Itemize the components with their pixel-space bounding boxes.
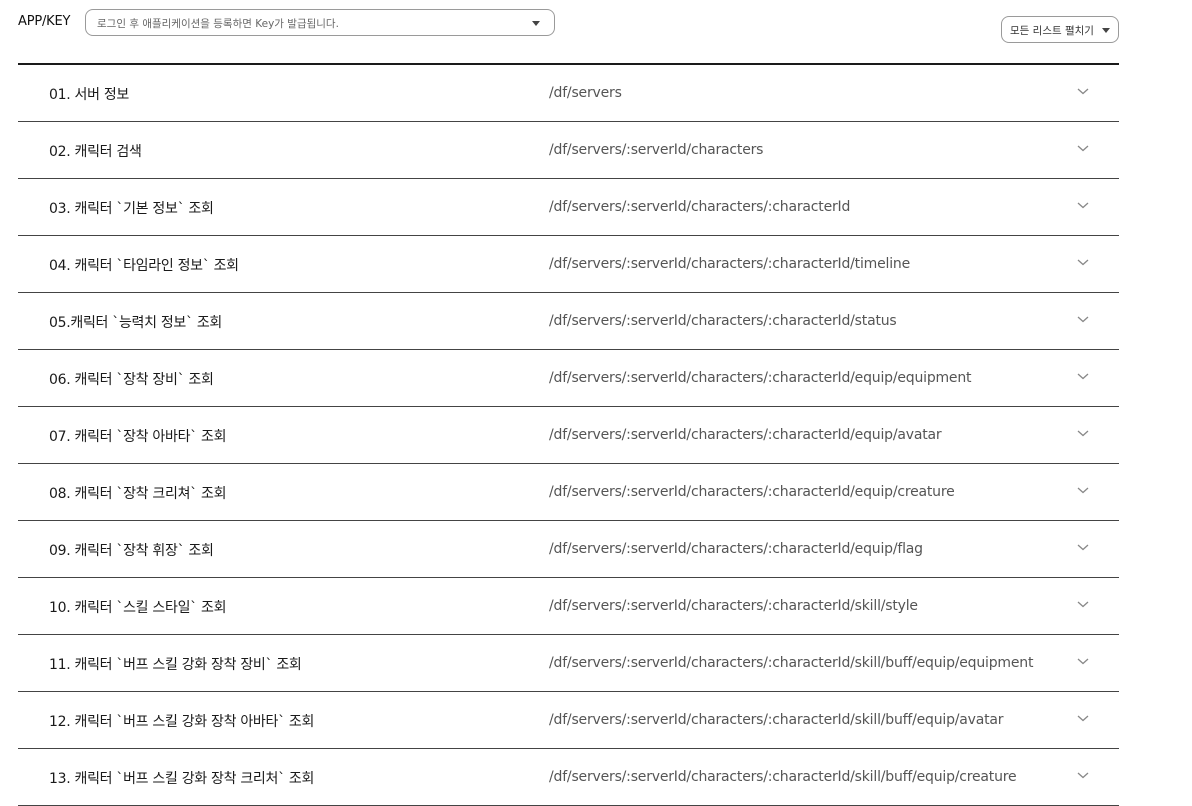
chevron-down-icon[interactable] [1076,86,1090,96]
api-list-item[interactable]: 05.캐릭터 `능력치 정보` 조회 /df/servers/:serverId… [18,293,1119,350]
top-bar: APP/KEY 로그인 후 애플리케이션을 등록하면 Key가 발급됩니다. 모… [0,0,1192,56]
expand-all-label: 모든 리스트 펼치기 [1010,25,1094,37]
chevron-down-icon[interactable] [1076,770,1090,780]
appkey-placeholder: 로그인 후 애플리케이션을 등록하면 Key가 발급됩니다. [97,18,339,30]
api-title: 06. 캐릭터 `장착 장비` 조회 [49,372,214,388]
chevron-down-icon[interactable] [1076,257,1090,267]
api-list-item[interactable]: 03. 캐릭터 `기본 정보` 조회 /df/servers/:serverId… [18,179,1119,236]
api-title: 13. 캐릭터 `버프 스킬 강화 장착 크리처` 조회 [49,771,315,787]
chevron-down-icon[interactable] [1076,200,1090,210]
api-list-item[interactable]: 01. 서버 정보 /df/servers [18,65,1119,122]
api-path: /df/servers/:serverId/characters/:charac… [549,484,955,500]
api-path: /df/servers/:serverId/characters/:charac… [549,712,1004,728]
api-list-item[interactable]: 10. 캐릭터 `스킬 스타일` 조회 /df/servers/:serverI… [18,578,1119,635]
api-path: /df/servers/:serverId/characters/:charac… [549,199,851,215]
api-title: 11. 캐릭터 `버프 스킬 강화 장착 장비` 조회 [49,657,302,673]
api-list-item[interactable]: 07. 캐릭터 `장착 아바타` 조회 /df/servers/:serverI… [18,407,1119,464]
api-path: /df/servers/:serverId/characters/:charac… [549,598,918,614]
chevron-down-icon[interactable] [1076,713,1090,723]
api-list-item[interactable]: 06. 캐릭터 `장착 장비` 조회 /df/servers/:serverId… [18,350,1119,407]
api-path: /df/servers/:serverId/characters/:charac… [549,256,910,272]
api-title: 02. 캐릭터 검색 [49,144,142,160]
chevron-down-icon[interactable] [1076,143,1090,153]
api-path: /df/servers/:serverId/characters/:charac… [549,769,1017,785]
api-path: /df/servers [549,85,622,101]
chevron-down-icon[interactable] [1076,485,1090,495]
api-title: 03. 캐릭터 `기본 정보` 조회 [49,201,214,217]
chevron-down-icon[interactable] [1076,656,1090,666]
api-path: /df/servers/:serverId/characters/:charac… [549,541,923,557]
api-title: 10. 캐릭터 `스킬 스타일` 조회 [49,600,227,616]
api-path: /df/servers/:serverId/characters/:charac… [549,313,897,329]
chevron-down-icon[interactable] [1076,314,1090,324]
api-title: 07. 캐릭터 `장착 아바타` 조회 [49,429,227,445]
caret-down-icon [532,21,540,26]
api-title: 09. 캐릭터 `장착 휘장` 조회 [49,543,214,559]
api-list-item[interactable]: 08. 캐릭터 `장착 크리쳐` 조회 /df/servers/:serverI… [18,464,1119,521]
api-title: 04. 캐릭터 `타임라인 정보` 조회 [49,258,239,274]
api-list-item[interactable]: 02. 캐릭터 검색 /df/servers/:serverId/charact… [18,122,1119,179]
api-path: /df/servers/:serverId/characters/:charac… [549,370,972,386]
chevron-down-icon[interactable] [1076,599,1090,609]
chevron-down-icon[interactable] [1076,371,1090,381]
api-list-item[interactable]: 04. 캐릭터 `타임라인 정보` 조회 /df/servers/:server… [18,236,1119,293]
api-title: 01. 서버 정보 [49,87,129,103]
api-list-item[interactable]: 12. 캐릭터 `버프 스킬 강화 장착 아바타` 조회 /df/servers… [18,692,1119,749]
api-path: /df/servers/:serverId/characters [549,142,764,158]
api-path: /df/servers/:serverId/characters/:charac… [549,427,942,443]
chevron-down-icon[interactable] [1076,428,1090,438]
chevron-down-icon[interactable] [1076,542,1090,552]
api-title: 08. 캐릭터 `장착 크리쳐` 조회 [49,486,227,502]
api-list-item[interactable]: 11. 캐릭터 `버프 스킬 강화 장착 장비` 조회 /df/servers/… [18,635,1119,692]
caret-down-icon [1102,28,1110,33]
api-path: /df/servers/:serverId/characters/:charac… [549,655,1034,671]
api-title: 05.캐릭터 `능력치 정보` 조회 [49,315,223,331]
api-list-item[interactable]: 13. 캐릭터 `버프 스킬 강화 장착 크리처` 조회 /df/servers… [18,749,1119,806]
appkey-select[interactable]: 로그인 후 애플리케이션을 등록하면 Key가 발급됩니다. [85,9,555,36]
api-title: 12. 캐릭터 `버프 스킬 강화 장착 아바타` 조회 [49,714,315,730]
api-list: 01. 서버 정보 /df/servers 02. 캐릭터 검색 /df/ser… [18,63,1119,806]
appkey-label: APP/KEY [18,14,71,29]
api-list-item[interactable]: 09. 캐릭터 `장착 휘장` 조회 /df/servers/:serverId… [18,521,1119,578]
expand-all-button[interactable]: 모든 리스트 펼치기 [1001,16,1119,43]
